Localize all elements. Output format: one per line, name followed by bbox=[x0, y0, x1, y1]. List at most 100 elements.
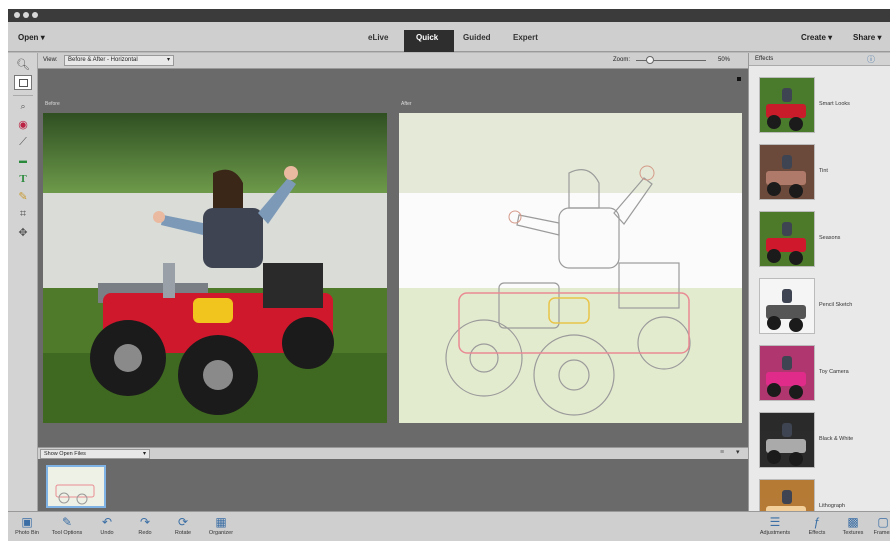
tab-expert[interactable]: Expert bbox=[513, 33, 538, 42]
effect-item-black-white[interactable]: Black & White bbox=[759, 412, 885, 472]
frames-icon: ▢ bbox=[877, 515, 889, 529]
chevron-down-icon[interactable]: ▾ bbox=[736, 448, 740, 456]
tab-guided[interactable]: Guided bbox=[463, 33, 491, 42]
effect-thumbnail-image bbox=[760, 212, 814, 265]
undo-label: Undo bbox=[100, 530, 114, 536]
photo-bin-label: Photo Bin bbox=[15, 530, 39, 536]
frames-button[interactable]: ▢Frames bbox=[864, 514, 890, 541]
tool-options-icon: ✎ bbox=[61, 515, 73, 529]
adjustments-button[interactable]: ☰ Adjustments bbox=[756, 514, 794, 541]
redo-label: Redo bbox=[138, 530, 152, 536]
redo-button[interactable]: ↷ Redo bbox=[126, 514, 164, 541]
chevron-down-icon: ▾ bbox=[877, 33, 882, 42]
photo-bin-bar: Show Open Files ▾ ≡ ▾ bbox=[38, 447, 748, 459]
effect-label: Tint bbox=[819, 168, 828, 174]
redo-icon: ↷ bbox=[139, 515, 151, 529]
effects-icon: ƒ bbox=[813, 515, 821, 529]
tool-divider bbox=[13, 95, 33, 96]
effect-thumbnail[interactable] bbox=[759, 77, 815, 133]
type-tool-icon[interactable]: T bbox=[14, 171, 32, 186]
minimize-window-button[interactable] bbox=[23, 12, 29, 18]
move-tool-icon[interactable]: ✥ bbox=[14, 225, 32, 240]
undo-button[interactable]: ↶ Undo bbox=[88, 514, 126, 541]
rotate-button[interactable]: ⟳ Rotate bbox=[164, 514, 202, 541]
quick-selection-tool-icon[interactable]: ⌕ bbox=[14, 99, 32, 114]
photo-bin-thumbnail[interactable] bbox=[46, 465, 106, 508]
effect-label: Lithograph bbox=[819, 503, 845, 509]
effect-thumbnail-image bbox=[760, 279, 814, 332]
effect-thumbnail-image bbox=[760, 480, 814, 511]
create-menu[interactable]: Create ▾ bbox=[801, 33, 832, 42]
view-label: View: bbox=[43, 57, 58, 63]
taskbar: ▣ Photo Bin ✎ Tool Options ↶ Undo ↷ Redo ⟳ Rotate… bbox=[8, 511, 890, 541]
effect-item-seasons[interactable]: Seasons bbox=[759, 211, 885, 271]
before-photo[interactable] bbox=[43, 113, 387, 423]
tab-elive[interactable]: eLive bbox=[368, 33, 388, 42]
tab-quick[interactable]: Quick bbox=[416, 33, 438, 42]
menu-bar: Open ▾ eLive Quick Guided Expert Create … bbox=[8, 22, 890, 52]
photoshop-elements-window: Open ▾ eLive Quick Guided Expert Create … bbox=[8, 9, 890, 541]
info-icon[interactable]: ⓘ bbox=[867, 54, 875, 65]
view-select[interactable]: Before & After - Horizontal ▾ bbox=[64, 55, 174, 66]
photo-bin bbox=[38, 459, 748, 511]
adjustments-label: Adjustments bbox=[759, 530, 791, 536]
undo-icon: ↶ bbox=[101, 515, 113, 529]
straighten-tool-icon[interactable]: ▬ bbox=[14, 153, 32, 168]
rotate-icon: ⟳ bbox=[177, 515, 189, 529]
zoom-value: 50% bbox=[718, 57, 731, 63]
share-menu[interactable]: Share ▾ bbox=[853, 33, 881, 42]
zoom-slider-knob[interactable] bbox=[646, 56, 654, 64]
effect-thumbnail-image bbox=[760, 78, 814, 131]
frames-label: Frames bbox=[873, 530, 890, 536]
canvas-menu-icon[interactable] bbox=[737, 77, 741, 81]
hand-tool-icon[interactable] bbox=[14, 75, 32, 90]
spot-healing-tool-icon[interactable]: ✎ bbox=[14, 189, 32, 204]
after-photo[interactable] bbox=[399, 113, 742, 423]
effect-thumbnail[interactable] bbox=[759, 278, 815, 334]
effect-thumbnail[interactable] bbox=[759, 144, 815, 200]
view-options-bar: View: Before & After - Horizontal ▾ Zoom… bbox=[38, 53, 748, 69]
toolbox: 🔍︎ ⌕ ◉ ⟋ ▬ T ✎ ⌗ ✥ bbox=[8, 53, 38, 511]
open-menu[interactable]: Open ▾ bbox=[18, 33, 45, 42]
photo-bin-button[interactable]: ▣ Photo Bin bbox=[8, 514, 46, 541]
effect-item-pencil-sketch[interactable]: Pencil Sketch bbox=[759, 278, 885, 338]
whiten-teeth-tool-icon[interactable]: ⟋ bbox=[14, 135, 32, 150]
after-label: After bbox=[401, 101, 412, 107]
effects-button[interactable]: ƒ Effects bbox=[798, 514, 836, 541]
zoom-label: Zoom: bbox=[613, 57, 631, 63]
crop-tool-icon[interactable]: ⌗ bbox=[14, 207, 32, 222]
effects-panel: Effects ⓘ Smart Looks Tint Seasons Pencil S… bbox=[748, 53, 890, 511]
organizer-button[interactable]: ▦ Organizer bbox=[202, 514, 240, 541]
share-menu-label: Share bbox=[853, 33, 876, 42]
organizer-label: Organizer bbox=[208, 530, 234, 536]
tool-options-button[interactable]: ✎ Tool Options bbox=[48, 514, 86, 541]
effect-thumbnail-image bbox=[760, 346, 814, 399]
zoom-tool-icon[interactable]: 🔍︎ bbox=[14, 57, 32, 72]
effect-item-smart-looks[interactable]: Smart Looks bbox=[759, 77, 885, 137]
title-bar bbox=[8, 9, 890, 22]
effect-item-lithograph[interactable]: Lithograph bbox=[759, 479, 885, 511]
effect-item-toy-camera[interactable]: Toy Camera bbox=[759, 345, 885, 405]
effect-label: Toy Camera bbox=[819, 369, 849, 375]
red-eye-tool-icon[interactable]: ◉ bbox=[14, 117, 32, 132]
before-photo-image bbox=[43, 113, 387, 423]
effect-thumbnail-image bbox=[760, 413, 814, 466]
show-open-files-select[interactable]: Show Open Files ▾ bbox=[40, 449, 150, 459]
before-label: Before bbox=[45, 101, 60, 107]
close-window-button[interactable] bbox=[14, 12, 20, 18]
effect-thumbnail[interactable] bbox=[759, 211, 815, 267]
show-open-files-value: Show Open Files bbox=[44, 451, 86, 457]
effects-label: Effects bbox=[808, 530, 826, 536]
effect-thumbnail[interactable] bbox=[759, 412, 815, 468]
rotate-label: Rotate bbox=[174, 530, 192, 536]
bin-options-icon[interactable]: ≡ bbox=[720, 449, 724, 456]
chevron-down-icon: ▾ bbox=[142, 451, 146, 457]
chevron-down-icon: ▾ bbox=[40, 33, 45, 42]
effect-thumbnail[interactable] bbox=[759, 479, 815, 511]
effect-thumbnail[interactable] bbox=[759, 345, 815, 401]
zoom-window-button[interactable] bbox=[32, 12, 38, 18]
effect-label: Black & White bbox=[819, 436, 854, 442]
effect-item-tint[interactable]: Tint bbox=[759, 144, 885, 204]
effect-label: Seasons bbox=[819, 235, 841, 241]
effect-label: Pencil Sketch bbox=[819, 302, 853, 308]
